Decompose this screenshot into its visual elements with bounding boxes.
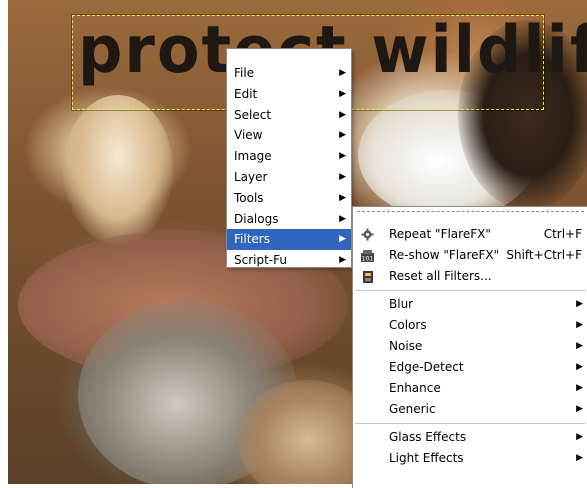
submenu-arrow-icon: ▶ (576, 404, 583, 414)
menu-separator (355, 290, 586, 291)
menu-item-label: Layer (234, 169, 268, 184)
submenu-arrow-icon: ▶ (339, 68, 346, 78)
menu-item-label: Reset all Filters... (389, 269, 492, 283)
reset-icon (360, 269, 375, 284)
menu-item-label: Repeat "FlareFX" (389, 227, 491, 241)
menu-item-label: Blur (389, 297, 414, 311)
menu-item-label: Generic (389, 402, 436, 416)
submenu-arrow-icon: ▶ (576, 453, 583, 463)
menu-item-select[interactable]: Select ▶ (227, 105, 351, 126)
menu-item-label: Dialogs (234, 211, 279, 226)
menu-item-noise[interactable]: Noise ▶ (353, 336, 587, 357)
menu-item-light-effects[interactable]: Light Effects ▶ (353, 448, 587, 469)
menu-item-label: Noise (389, 339, 423, 353)
submenu-arrow-icon: ▶ (339, 192, 346, 203)
submenu-arrow-icon: ▶ (576, 362, 583, 372)
menu-item-label: Image (234, 149, 272, 164)
submenu-arrow-icon: ▶ (339, 234, 346, 245)
submenu-arrow-icon: ▶ (576, 383, 583, 393)
menu-item-glass-effects[interactable]: Glass Effects ▶ (353, 427, 587, 448)
menu-item-label: Enhance (389, 381, 441, 395)
menu-item-reshow-filter[interactable]: 101 Re-show "FlareFX" Shift+Ctrl+F (353, 245, 587, 266)
submenu-arrow-icon: ▶ (339, 171, 346, 182)
menu-item-label: Light Effects (389, 451, 464, 465)
tearoff-line[interactable] (357, 211, 584, 218)
menu-item-reset-filters[interactable]: Reset all Filters... (353, 266, 587, 287)
menu-item-label: Re-show "FlareFX" (389, 248, 500, 262)
menu-item-script-fu[interactable]: Script-Fu ▶ (227, 250, 351, 271)
filters-submenu: Repeat "FlareFX" Ctrl+F 101 Re-show "Fla… (352, 206, 587, 488)
reshow-icon: 101 (360, 248, 375, 263)
menu-item-generic[interactable]: Generic ▶ (353, 399, 587, 420)
menu-item-label: File (234, 66, 255, 80)
menu-item-blur[interactable]: Blur ▶ (353, 294, 587, 315)
menu-item-filters[interactable]: Filters ▶ (227, 229, 351, 251)
menu-item-repeat-filter[interactable]: Repeat "FlareFX" Ctrl+F (353, 224, 587, 245)
image-context-menu: File ▶ Edit ▶ Select ▶ View ▶ Image ▶ La… (226, 48, 352, 268)
submenu-arrow-icon: ▶ (576, 432, 583, 442)
menu-item-layer[interactable]: Layer ▶ (227, 167, 351, 188)
submenu-arrow-icon: ▶ (339, 151, 346, 162)
menu-item-label: Edge-Detect (389, 360, 464, 374)
menu-item-edit[interactable]: Edit ▶ (227, 84, 351, 105)
menu-item-shortcut: Shift+Ctrl+F (506, 248, 582, 262)
menu-item-colors[interactable]: Colors ▶ (353, 315, 587, 336)
submenu-arrow-icon: ▶ (339, 109, 346, 120)
menu-item-shortcut: Ctrl+F (543, 227, 582, 241)
svg-text:101: 101 (362, 256, 374, 263)
menu-separator (355, 423, 586, 424)
menu-item-view[interactable]: View ▶ (227, 125, 351, 146)
menu-item-label: Script-Fu (234, 253, 287, 268)
submenu-arrow-icon: ▶ (339, 213, 346, 224)
submenu-arrow-icon: ▶ (576, 320, 583, 330)
menu-item-file[interactable]: File ▶ (227, 63, 351, 84)
submenu-arrow-icon: ▶ (576, 299, 583, 309)
menu-item-dialogs[interactable]: Dialogs ▶ (227, 209, 351, 230)
menu-item-edge-detect[interactable]: Edge-Detect ▶ (353, 357, 587, 378)
submenu-arrow-icon: ▶ (339, 88, 346, 99)
menu-item-label: Glass Effects (389, 430, 467, 444)
menu-item-label: Edit (234, 86, 258, 101)
submenu-arrow-icon: ▶ (339, 255, 346, 266)
menu-item-label: Tools (234, 190, 264, 205)
submenu-arrow-icon: ▶ (576, 341, 583, 351)
gear-icon (360, 227, 375, 242)
submenu-arrow-icon: ▶ (339, 130, 346, 141)
menu-item-label: Colors (389, 318, 427, 332)
menu-item-label: View (234, 128, 263, 143)
menu-item-image[interactable]: Image ▶ (227, 146, 351, 167)
menu-item-tools[interactable]: Tools ▶ (227, 188, 351, 209)
menu-item-label: Filters (234, 232, 270, 247)
menu-item-enhance[interactable]: Enhance ▶ (353, 378, 587, 399)
horse-shape (63, 95, 173, 245)
menu-item-label: Select (234, 107, 272, 122)
